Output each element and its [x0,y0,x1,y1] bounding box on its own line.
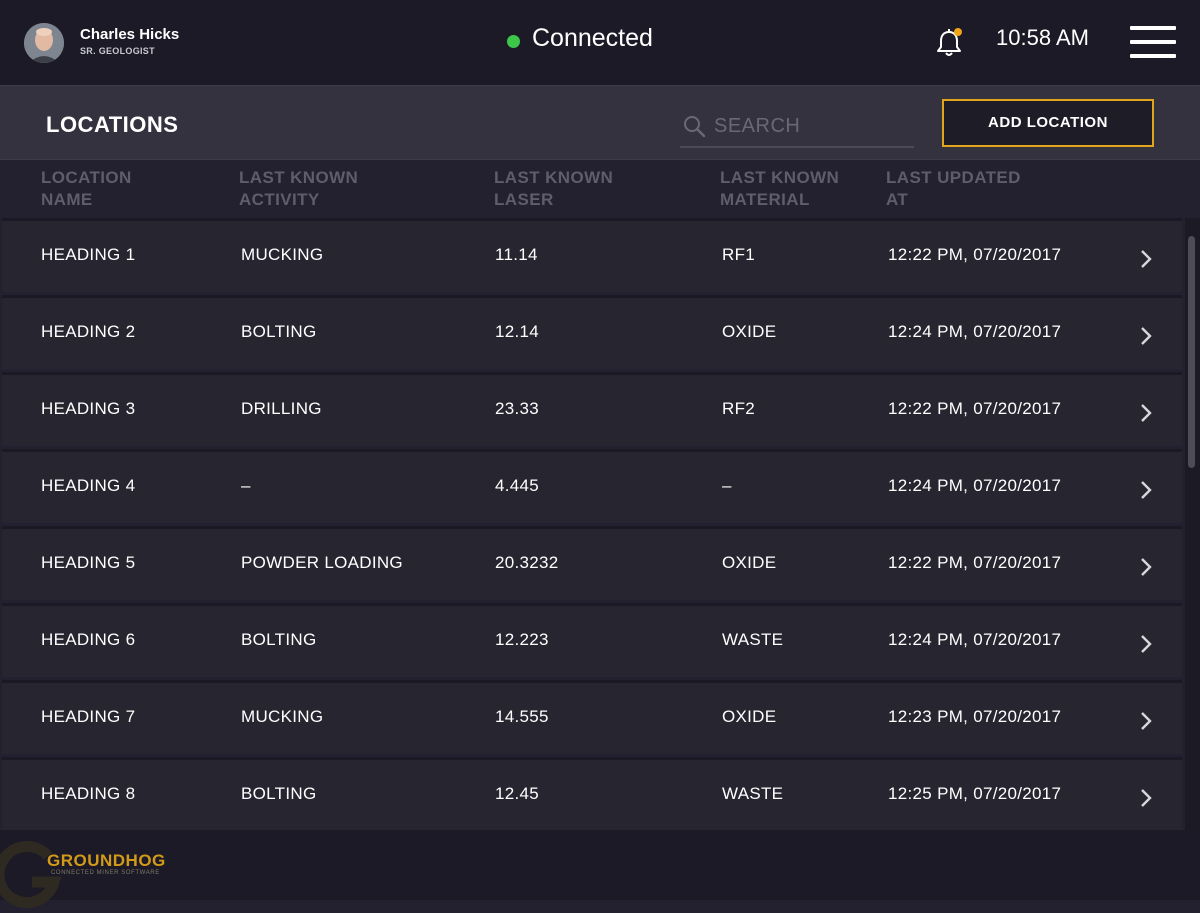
cell-location-name: HEADING 2 [41,322,136,341]
footer: GROUNDHOG CONNECTED MINER SOFTWARE [0,830,1200,908]
cell-laser: 12.223 [495,630,549,649]
cell-location-name: HEADING 7 [41,707,136,726]
page-title: LOCATIONS [46,112,179,137]
cell-location-name: HEADING 6 [41,630,136,649]
table-row[interactable]: HEADING 1 MUCKING 11.14 RF1 12:22 PM, 07… [2,218,1182,292]
cell-material: OXIDE [722,553,777,572]
cell-material: RF1 [722,245,756,264]
cell-laser: 4.445 [495,476,540,495]
column-header-activity[interactable]: LAST KNOWN ACTIVITY [239,167,439,211]
cell-material: WASTE [722,630,784,649]
cell-laser: 23.33 [495,399,540,418]
chevron-right-icon[interactable] [1136,478,1156,502]
clock: 10:58 AM [996,25,1089,50]
user-name: Charles Hicks [80,26,180,43]
cell-material: OXIDE [722,707,777,726]
cell-activity: MUCKING [241,245,324,264]
cell-activity: POWDER LOADING [241,553,403,572]
cell-laser: 20.3232 [495,553,559,572]
connection-status-dot [507,35,520,48]
chevron-right-icon[interactable] [1136,324,1156,348]
table-row[interactable]: HEADING 6 BOLTING 12.223 WASTE 12:24 PM,… [2,603,1182,677]
cell-activity: BOLTING [241,322,317,341]
avatar[interactable] [24,23,64,63]
chevron-right-icon[interactable] [1136,401,1156,425]
chevron-right-icon[interactable] [1136,786,1156,810]
table-row[interactable]: HEADING 8 BOLTING 12.45 WASTE 12:25 PM, … [2,757,1182,830]
cell-updated: 12:22 PM, 07/20/2017 [888,245,1062,264]
cell-updated: 12:24 PM, 07/20/2017 [888,630,1062,649]
cell-activity: MUCKING [241,707,324,726]
cell-material: WASTE [722,784,784,803]
cell-activity: – [241,476,251,495]
cell-updated: 12:22 PM, 07/20/2017 [888,553,1062,572]
cell-location-name: HEADING 5 [41,553,136,572]
cell-material: OXIDE [722,322,777,341]
user-role: SR. GEOLOGIST [80,46,155,56]
brand-name: GROUNDHOG [47,851,166,870]
cell-updated: 12:24 PM, 07/20/2017 [888,322,1062,341]
table-row[interactable]: HEADING 4 – 4.445 – 12:24 PM, 07/20/2017 [2,449,1182,523]
cell-location-name: HEADING 3 [41,399,136,418]
cell-material: – [722,476,732,495]
scrollbar-thumb[interactable] [1188,236,1195,468]
cell-laser: 12.45 [495,784,540,803]
bell-icon[interactable] [934,27,964,59]
column-header-updated[interactable]: LAST UPDATED AT [886,167,1086,211]
chevron-right-icon[interactable] [1136,555,1156,579]
cell-laser: 14.555 [495,707,549,726]
cell-location-name: HEADING 8 [41,784,136,803]
table-row[interactable]: HEADING 2 BOLTING 12.14 OXIDE 12:24 PM, … [2,295,1182,369]
table-row[interactable]: HEADING 5 POWDER LOADING 20.3232 OXIDE 1… [2,526,1182,600]
cell-updated: 12:22 PM, 07/20/2017 [888,399,1062,418]
scrollbar[interactable] [1185,218,1200,830]
cell-location-name: HEADING 4 [41,476,136,495]
chevron-right-icon[interactable] [1136,632,1156,656]
cell-activity: BOLTING [241,630,317,649]
chevron-right-icon[interactable] [1136,709,1156,733]
cell-updated: 12:25 PM, 07/20/2017 [888,784,1062,803]
search-box[interactable] [680,108,914,148]
chevron-right-icon[interactable] [1136,247,1156,271]
cell-laser: 11.14 [495,245,538,264]
table-column-headers: LOCATION NAME LAST KNOWN ACTIVITY LAST K… [0,160,1200,218]
cell-updated: 12:24 PM, 07/20/2017 [888,476,1062,495]
hamburger-menu-icon[interactable] [1130,26,1176,60]
add-location-button[interactable]: ADD LOCATION [942,99,1154,147]
table-row[interactable]: HEADING 3 DRILLING 23.33 RF2 12:22 PM, 0… [2,372,1182,446]
column-header-location-name[interactable]: LOCATION NAME [41,167,241,211]
locations-header: LOCATIONS ADD LOCATION [0,85,1200,160]
search-input[interactable] [712,110,907,142]
cell-activity: DRILLING [241,399,322,418]
search-icon [682,114,706,138]
column-header-laser[interactable]: LAST KNOWN LASER [494,167,694,211]
cell-location-name: HEADING 1 [41,245,136,264]
cell-material: RF2 [722,399,756,418]
connection-status: Connected [532,24,653,52]
cell-activity: BOLTING [241,784,317,803]
brand-tagline: CONNECTED MINER SOFTWARE [51,870,160,876]
cell-laser: 12.14 [495,322,540,341]
locations-table: HEADING 1 MUCKING 11.14 RF1 12:22 PM, 07… [0,218,1184,830]
cell-updated: 12:23 PM, 07/20/2017 [888,707,1062,726]
table-row[interactable]: HEADING 7 MUCKING 14.555 OXIDE 12:23 PM,… [2,680,1182,754]
top-bar: Charles Hicks SR. GEOLOGIST Connected 10… [0,0,1200,85]
